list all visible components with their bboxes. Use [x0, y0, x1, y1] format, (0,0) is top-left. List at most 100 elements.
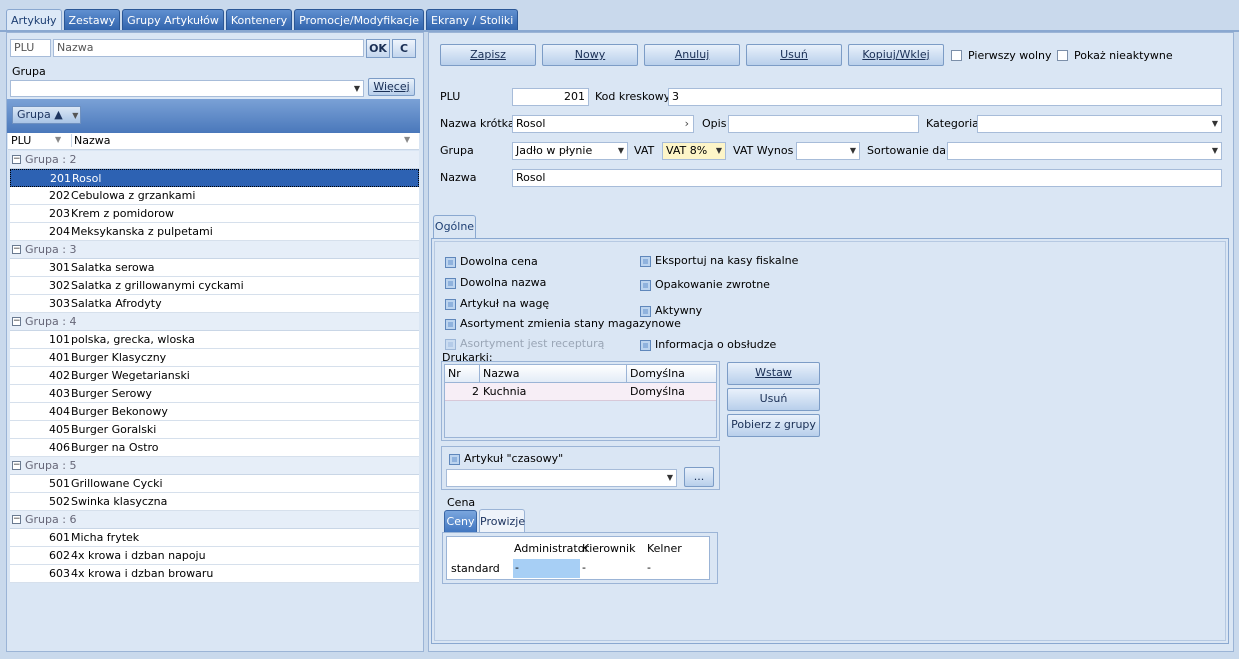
group-row[interactable]: − Grupa : 4 — [10, 313, 419, 331]
col-default-header[interactable]: Domyślna — [626, 365, 685, 382]
list-item[interactable]: 202 Cebulowa z grzankami — [10, 187, 419, 205]
timed-article-checkbox[interactable] — [449, 454, 460, 465]
more-button[interactable]: Więcej — [368, 78, 415, 96]
price-cell-manager[interactable]: - — [582, 559, 644, 578]
list-item[interactable]: 405 Burger Goralski — [10, 421, 419, 439]
group-by-chip-label: Grupa ▲ — [17, 108, 63, 121]
collapse-icon[interactable]: − — [12, 515, 21, 524]
item-name: 4x krowa i dzban browaru — [71, 567, 214, 580]
ok-button[interactable]: OK — [366, 39, 390, 58]
list-item[interactable]: 501 Grillowane Cycki — [10, 475, 419, 493]
item-name: Grillowane Cycki — [71, 477, 163, 490]
delete-printer-button[interactable]: Usuń — [727, 388, 820, 411]
item-name: Krem z pomidorow — [71, 207, 174, 220]
list-item[interactable]: 402 Burger Wegetarianski — [10, 367, 419, 385]
col-plu-header[interactable]: PLU — [11, 134, 31, 147]
option-checkbox[interactable] — [445, 339, 456, 350]
name-label: Nazwa — [440, 171, 477, 184]
col-nr-header[interactable]: Nr — [448, 365, 461, 382]
list-item[interactable]: 401 Burger Klasyczny — [10, 349, 419, 367]
top-tab[interactable]: Zestawy — [63, 9, 121, 31]
group-row[interactable]: − Grupa : 2 — [10, 151, 419, 169]
option-label: Eksportuj na kasy fiskalne — [655, 254, 799, 267]
delete-button[interactable]: Usuń — [746, 44, 842, 66]
group-combo[interactable]: Jadło w płynie ▼ — [512, 142, 628, 160]
short-name-field[interactable]: Rosol › — [512, 115, 694, 133]
group-row-title: Grupa : 6 — [25, 513, 77, 526]
fetch-from-group-button[interactable]: Pobierz z grupy — [727, 414, 820, 437]
list-item[interactable]: 101 polska, grecka, wloska — [10, 331, 419, 349]
item-plu: 402 — [49, 369, 70, 382]
vat-takeaway-combo[interactable]: ▼ — [796, 142, 860, 160]
option-checkbox[interactable] — [640, 256, 651, 267]
timed-browse-button[interactable]: ... — [684, 467, 714, 487]
show-inactive-checkbox[interactable] — [1057, 50, 1068, 61]
col-name-header[interactable]: Nazwa — [479, 365, 519, 382]
first-free-checkbox[interactable] — [951, 50, 962, 61]
description-field[interactable] — [728, 115, 919, 133]
option-checkbox[interactable] — [445, 319, 456, 330]
copy-paste-button[interactable]: Kopiuj/Wklej — [848, 44, 944, 66]
list-item[interactable]: 201 Rosol — [10, 169, 419, 187]
price-cell-waiter[interactable]: - — [647, 559, 707, 578]
top-tab[interactable]: Ekrany / Stoliki — [426, 9, 519, 31]
group-filter-combo[interactable]: ▼ — [10, 80, 364, 97]
group-by-chip[interactable]: Grupa ▲ ▼ — [12, 106, 81, 124]
list-item[interactable]: 406 Burger na Ostro — [10, 439, 419, 457]
category-combo[interactable]: ▼ — [977, 115, 1222, 133]
collapse-icon[interactable]: − — [12, 317, 21, 326]
group-row-title: Grupa : 2 — [25, 153, 77, 166]
collapse-icon[interactable]: − — [12, 461, 21, 470]
collapse-icon[interactable]: − — [12, 245, 21, 254]
plu-field[interactable]: 201 — [512, 88, 589, 106]
option-checkbox[interactable] — [640, 340, 651, 351]
clear-button[interactable]: C — [392, 39, 416, 58]
list-item[interactable]: 204 Meksykanska z pulpetami — [10, 223, 419, 241]
name-search-input[interactable]: Nazwa — [53, 39, 364, 57]
list-item[interactable]: 302 Salatka z grillowanymi cyckami — [10, 277, 419, 295]
printer-name: Kuchnia — [483, 385, 527, 398]
barcode-field[interactable]: 3 — [668, 88, 1222, 106]
insert-printer-button[interactable]: Wstaw — [727, 362, 820, 385]
printer-row[interactable]: 2 Kuchnia Domyślna — [445, 383, 716, 401]
group-row[interactable]: − Grupa : 6 — [10, 511, 419, 529]
price-cell-admin[interactable]: - — [513, 559, 580, 578]
tab-general[interactable]: Ogólne — [433, 215, 476, 239]
sort-combo[interactable]: ▼ — [947, 142, 1222, 160]
list-item[interactable]: 602 4x krowa i dzban napoju — [10, 547, 419, 565]
option-checkbox[interactable] — [640, 306, 651, 317]
top-tab[interactable]: Grupy Artykułów — [122, 9, 224, 31]
tab-fees[interactable]: Prowizje — [479, 509, 525, 533]
cancel-button[interactable]: Anuluj — [644, 44, 740, 66]
plu-search-input[interactable]: PLU — [10, 39, 51, 57]
option-checkbox[interactable] — [445, 278, 456, 289]
sort-label: Sortowanie dań — [867, 144, 954, 157]
list-item[interactable]: 203 Krem z pomidorow — [10, 205, 419, 223]
chevron-down-icon: ▼ — [72, 111, 79, 120]
option-checkbox[interactable] — [445, 299, 456, 310]
list-item[interactable]: 403 Burger Serowy — [10, 385, 419, 403]
timed-article-combo[interactable]: ▼ — [446, 469, 677, 487]
group-row[interactable]: − Grupa : 5 — [10, 457, 419, 475]
list-item[interactable]: 601 Micha frytek — [10, 529, 419, 547]
option-checkbox[interactable] — [445, 257, 456, 268]
save-button[interactable]: Zapisz — [440, 44, 536, 66]
list-item[interactable]: 603 4x krowa i dzban browaru — [10, 565, 419, 583]
top-tab[interactable]: Kontenery — [225, 9, 293, 31]
list-item[interactable]: 303 Salatka Afrodyty — [10, 295, 419, 313]
name-field[interactable]: Rosol — [512, 169, 1222, 187]
printers-table: Nr Nazwa Domyślna 2 Kuchnia Domyślna — [444, 364, 717, 438]
item-plu: 602 — [49, 549, 70, 562]
list-item[interactable]: 301 Salatka serowa — [10, 259, 419, 277]
list-item[interactable]: 502 Swinka klasyczna — [10, 493, 419, 511]
list-item[interactable]: 404 Burger Bekonowy — [10, 403, 419, 421]
new-button[interactable]: Nowy — [542, 44, 638, 66]
barcode-label: Kod kreskowy — [595, 90, 671, 103]
col-name-header[interactable]: Nazwa — [71, 134, 110, 147]
vat-combo[interactable]: VAT 8% ▼ — [662, 142, 726, 160]
group-row[interactable]: − Grupa : 3 — [10, 241, 419, 259]
top-tab[interactable]: Promocje/Modyfikacje — [294, 9, 424, 31]
tab-prices[interactable]: Ceny — [444, 510, 477, 533]
collapse-icon[interactable]: − — [12, 155, 21, 164]
option-checkbox[interactable] — [640, 280, 651, 291]
